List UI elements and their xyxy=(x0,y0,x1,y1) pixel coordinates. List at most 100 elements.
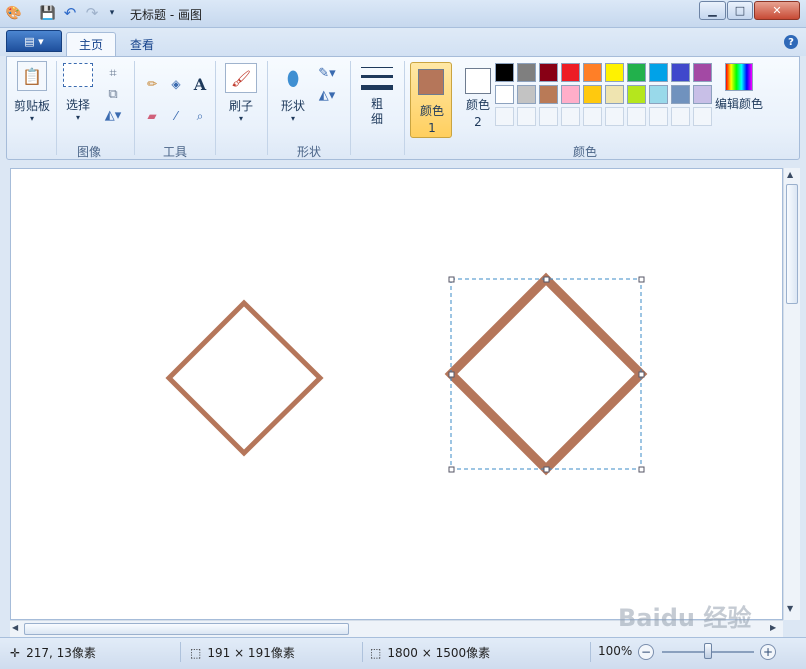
divider xyxy=(56,61,57,155)
palette-swatch[interactable] xyxy=(583,85,602,104)
clipboard-button[interactable]: 📋 剪贴板 ▾ xyxy=(11,61,53,123)
title-bar: 🎨 💾 ↶ ↷ ▾ 无标题 - 画图 ▁ □ ✕ xyxy=(0,0,806,28)
color2-button[interactable]: 颜色 2 xyxy=(457,62,499,138)
palette-swatch[interactable] xyxy=(627,63,646,82)
watermark-logo: Baidu 经验 xyxy=(618,604,752,632)
palette-empty-swatch[interactable] xyxy=(671,107,690,126)
select-icon xyxy=(63,63,93,87)
palette-swatch[interactable] xyxy=(605,63,624,82)
palette-swatch[interactable] xyxy=(671,85,690,104)
shapes-button[interactable]: ⬮ 形状 ▾ xyxy=(275,63,311,123)
palette-swatch[interactable] xyxy=(605,85,624,104)
palette-swatch[interactable] xyxy=(517,63,536,82)
fill-shape-icon[interactable]: ◭▾ xyxy=(317,85,337,105)
palette-empty-swatch[interactable] xyxy=(649,107,668,126)
divider xyxy=(134,61,135,155)
fill-icon[interactable]: ◈ xyxy=(165,73,187,95)
outline-icon[interactable]: ✎▾ xyxy=(317,63,337,83)
ribbon-home: 📋 剪贴板 ▾ 选择 ▾ ⌗ ⧉ ◭▾ 图像 ✏ ◈ A ▰ ⁄ ⌕ 工具 🖌 … xyxy=(6,56,800,160)
paint-menu-button[interactable]: ▤ ▾ xyxy=(6,30,62,52)
chevron-down-icon: ▾ xyxy=(75,113,80,122)
tools-group-label: 工具 xyxy=(163,145,188,159)
redo-icon[interactable]: ↷ xyxy=(84,4,100,22)
palette-empty-swatch[interactable] xyxy=(693,107,712,126)
clipboard-label: 剪贴板 xyxy=(13,99,50,113)
eraser-icon[interactable]: ▰ xyxy=(141,105,163,127)
crop-icon[interactable]: ⌗ xyxy=(103,63,123,83)
palette-swatch[interactable] xyxy=(539,85,558,104)
zoom-slider-thumb[interactable] xyxy=(704,643,712,659)
chevron-down-icon: ▾ xyxy=(290,114,295,123)
scroll-up-icon[interactable]: ▲ xyxy=(787,170,793,179)
scroll-right-icon[interactable]: ▶ xyxy=(770,623,776,632)
brushes-button[interactable]: 🖌 刷子 ▾ xyxy=(221,63,261,123)
drawing-canvas[interactable] xyxy=(10,168,783,620)
palette-empty-swatch[interactable] xyxy=(583,107,602,126)
palette-swatch[interactable] xyxy=(649,63,668,82)
brushes-label: 刷子 xyxy=(228,99,253,113)
magnifier-icon[interactable]: ⌕ xyxy=(189,105,211,127)
status-bar: ✛ 217, 13像素 ⬚ 191 × 191像素 ⬚ 1800 × 1500像… xyxy=(0,637,806,669)
palette-swatch[interactable] xyxy=(693,63,712,82)
edit-colors-button[interactable]: 编辑颜色 xyxy=(715,63,763,112)
palette-swatch[interactable] xyxy=(495,63,514,82)
palette-swatch[interactable] xyxy=(583,63,602,82)
selection-frame xyxy=(450,278,642,470)
close-button[interactable]: ✕ xyxy=(754,1,800,20)
chevron-down-icon: ▾ xyxy=(238,114,243,123)
minimize-button[interactable]: ▁ xyxy=(699,1,726,20)
palette-empty-swatch[interactable] xyxy=(495,107,514,126)
scroll-left-icon[interactable]: ◀ xyxy=(12,623,18,632)
palette-empty-swatch[interactable] xyxy=(517,107,536,126)
rotate-icon[interactable]: ◭▾ xyxy=(103,105,123,125)
palette-swatch[interactable] xyxy=(495,85,514,104)
select-button[interactable]: 选择 ▾ xyxy=(61,63,95,122)
palette-swatch[interactable] xyxy=(517,85,536,104)
edit-colors-label: 编辑颜色 xyxy=(715,97,764,111)
divider xyxy=(404,61,405,155)
palette-swatch[interactable] xyxy=(561,63,580,82)
vertical-scroll-thumb[interactable] xyxy=(786,184,798,304)
cursor-position-value: 217, 13像素 xyxy=(26,646,96,660)
palette-empty-swatch[interactable] xyxy=(605,107,624,126)
menu-icon: ▤ ▾ xyxy=(24,34,44,48)
palette-swatch[interactable] xyxy=(649,85,668,104)
palette-swatch[interactable] xyxy=(693,85,712,104)
undo-icon[interactable]: ↶ xyxy=(62,4,78,22)
save-icon[interactable]: 💾 xyxy=(40,5,56,21)
palette-swatch[interactable] xyxy=(627,85,646,104)
pencil-icon[interactable]: ✏ xyxy=(141,73,163,95)
vertical-scrollbar[interactable]: ▲ ▼ xyxy=(783,168,800,620)
tab-view[interactable]: 查看 xyxy=(118,32,166,56)
brush-icon: 🖌 xyxy=(225,63,257,93)
customize-quick-access-icon[interactable]: ▾ xyxy=(104,5,120,21)
paint-app-icon[interactable]: 🎨 xyxy=(6,5,22,21)
palette-empty-swatch[interactable] xyxy=(561,107,580,126)
color1-button[interactable]: 颜色 1 xyxy=(410,62,452,138)
palette-swatch[interactable] xyxy=(561,85,580,104)
zoom-out-button[interactable]: − xyxy=(638,644,654,660)
size-label: 粗细 xyxy=(371,97,384,126)
palette-swatch[interactable] xyxy=(671,63,690,82)
canvas-drawing xyxy=(165,272,648,476)
diamond-shape-large xyxy=(444,272,648,476)
maximize-icon: □ xyxy=(734,4,746,17)
resize-icon[interactable]: ⧉ xyxy=(103,84,123,104)
scroll-down-icon[interactable]: ▼ xyxy=(787,604,793,613)
color-picker-icon[interactable]: ⁄ xyxy=(165,105,187,127)
horizontal-scroll-thumb[interactable] xyxy=(24,623,349,635)
palette-empty-swatch[interactable] xyxy=(627,107,646,126)
maximize-button[interactable]: □ xyxy=(727,1,753,20)
image-size-icon: ⬚ xyxy=(370,645,382,660)
text-icon[interactable]: A xyxy=(189,73,211,95)
palette-empty-swatch[interactable] xyxy=(539,107,558,126)
shapes-icon: ⬮ xyxy=(286,66,300,90)
zoom-in-button[interactable]: + xyxy=(760,644,776,660)
minimize-icon: ▁ xyxy=(708,4,717,17)
rainbow-icon xyxy=(725,63,753,91)
close-icon: ✕ xyxy=(772,4,782,17)
tab-home[interactable]: 主页 xyxy=(66,32,117,56)
help-icon[interactable]: ? xyxy=(784,35,798,49)
palette-swatch[interactable] xyxy=(539,63,558,82)
size-button[interactable]: 粗细 xyxy=(357,63,397,127)
